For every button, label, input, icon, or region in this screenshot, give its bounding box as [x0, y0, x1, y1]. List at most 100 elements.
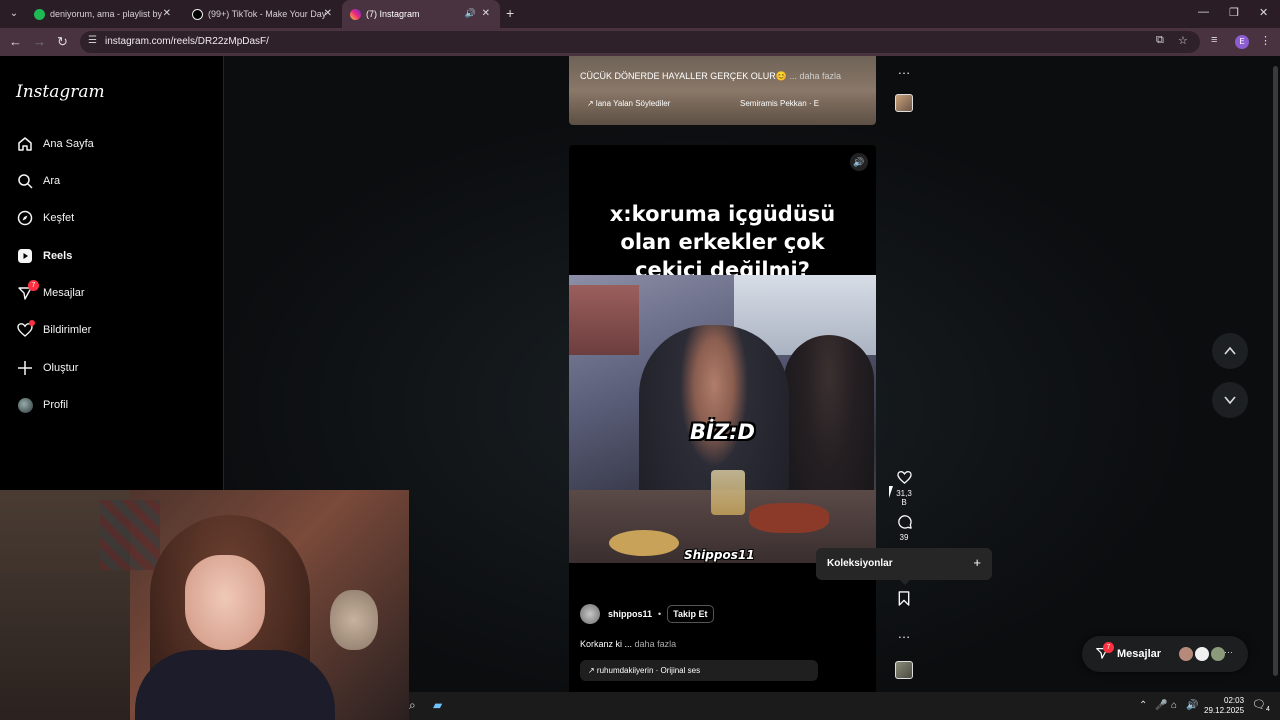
volume-icon[interactable]: 🔊	[850, 153, 868, 171]
address-bar[interactable]: ☰ instagram.com/reels/DR22zMpDasF/	[80, 31, 1200, 53]
webcam-teddy-bear	[330, 590, 378, 650]
close-icon[interactable]: ✕	[163, 8, 171, 19]
webcam-overlay	[0, 490, 409, 720]
restore-icon[interactable]: ❐	[1229, 6, 1239, 19]
profile-avatar[interactable]: E	[1235, 35, 1249, 49]
reload-icon[interactable]: ↻	[57, 34, 68, 50]
site-info-icon[interactable]: ☰	[88, 35, 97, 46]
sidebar-item-notifications[interactable]: Bildirimler	[16, 318, 91, 342]
collections-popup: Koleksiyonlar +	[816, 548, 992, 585]
new-tab-button[interactable]: +	[506, 5, 514, 21]
audio-link[interactable]: ↗ ruhumdakiiyerin · Orijinal ses	[580, 660, 818, 681]
sidebar-item-messages[interactable]: 7 Mesajlar	[16, 280, 85, 305]
avatar	[16, 396, 34, 414]
popup-arrow	[899, 579, 911, 585]
url-text: instagram.com/reels/DR22zMpDasF/	[105, 36, 269, 47]
sidebar-item-search[interactable]: Ara	[16, 169, 60, 193]
sidebar-item-label: Ana Sayfa	[43, 138, 94, 150]
reel-caption: Korkanz ki ... daha fazla	[580, 639, 676, 649]
speaker-icon[interactable]: 🔊	[465, 8, 476, 19]
home-icon	[16, 135, 34, 153]
collections-label[interactable]: Koleksiyonlar	[827, 558, 893, 569]
previous-reel[interactable]: CÜCÜK DÖNERDE HAYALLER GERÇEK OLUR😊 ... …	[569, 56, 876, 125]
bookmark-star-icon[interactable]: ☆	[1178, 34, 1188, 47]
messages-label: Mesajlar	[1117, 648, 1162, 660]
sidebar-item-home[interactable]: Ana Sayfa	[16, 132, 94, 156]
comment-icon	[893, 514, 915, 533]
menu-icon[interactable]: ⋮	[1260, 34, 1271, 47]
tray-chevron-icon[interactable]: ⌃	[1139, 700, 1147, 711]
speaker-icon[interactable]: 🔊	[1186, 700, 1198, 711]
forward-icon[interactable]: →	[33, 34, 46, 49]
video-plate	[609, 530, 679, 556]
like-button[interactable]: 31,3 B	[893, 470, 915, 507]
audio-thumbnail[interactable]	[895, 661, 913, 679]
sidebar-item-label: Mesajlar	[43, 287, 85, 299]
close-icon[interactable]: ✕	[324, 8, 332, 19]
sidebar-item-explore[interactable]: Keşfet	[16, 206, 74, 230]
avatar[interactable]	[580, 604, 600, 624]
microphone-icon[interactable]: 🎤	[1155, 700, 1167, 711]
follow-button[interactable]: Takip Et	[667, 605, 714, 623]
search-icon	[16, 172, 34, 190]
media-controls-icon[interactable]: ≡	[1211, 34, 1217, 46]
more-options-icon[interactable]: …	[893, 62, 915, 77]
more-link[interactable]: daha fazla	[635, 639, 677, 649]
browser-toolbar: ← → ↻ ☰ instagram.com/reels/DR22zMpDasF/…	[0, 28, 1280, 56]
instagram-logo[interactable]: Instagram	[16, 82, 105, 102]
sidebar-item-label: Keşfet	[43, 212, 75, 224]
tab-tiktok[interactable]: (99+) TikTok - Make Your Day ✕	[184, 0, 342, 28]
audio-artist[interactable]: Semiramis Pekkan · E	[740, 99, 819, 108]
install-app-icon[interactable]: ⧉	[1156, 34, 1164, 47]
separator-dot: •	[658, 609, 662, 619]
add-collection-button[interactable]: +	[973, 555, 981, 570]
notification-center-icon[interactable]: 🗨4	[1252, 698, 1270, 713]
next-reel-button[interactable]	[1212, 382, 1248, 418]
tab-title: (99+) TikTok - Make Your Day	[208, 9, 326, 19]
sidebar-item-profile[interactable]: Profil	[16, 393, 68, 417]
more-link[interactable]: ... daha fazla	[789, 71, 841, 81]
clock-time: 02:03	[1224, 696, 1245, 705]
avatar	[1194, 646, 1210, 662]
audio-link[interactable]: ↗ lana Yalan Söylediler	[587, 99, 670, 108]
previous-reel-button[interactable]	[1212, 333, 1248, 369]
current-reel[interactable]: 🔊 x:koruma içgüdüsü olan erkekler çok çe…	[569, 145, 876, 692]
avatar	[1178, 646, 1194, 662]
video-watermark: Shippos11	[684, 548, 755, 562]
sidebar-item-reels[interactable]: Reels	[16, 244, 72, 268]
webcam-poster	[100, 500, 160, 570]
more-options-icon[interactable]: …	[893, 626, 915, 641]
video-drink	[711, 470, 745, 515]
tab-instagram[interactable]: (7) Instagram 🔊 ✕	[342, 0, 500, 28]
comment-button[interactable]: 39	[893, 514, 915, 542]
reel-video[interactable]: BİZ:D Shippos11	[569, 275, 876, 563]
mouse-cursor	[889, 486, 893, 498]
network-icon[interactable]: ⌂	[1171, 700, 1177, 711]
notification-badge: 7	[28, 280, 39, 291]
reel-owner-row: shippos11 • Takip Et	[580, 604, 714, 624]
back-icon[interactable]: ←	[9, 34, 22, 49]
messages-floating-button[interactable]: 7 Mesajlar ···	[1082, 636, 1248, 672]
notification-dot	[29, 320, 35, 326]
close-icon[interactable]: ✕	[482, 8, 490, 19]
tab-spotify[interactable]: deniyorum, ama - playlist by ✕	[26, 0, 181, 28]
notification-badge: 7	[1103, 642, 1114, 653]
caption-text: CÜCÜK DÖNERDE HAYALLER GERÇEK OLUR😊	[580, 71, 787, 81]
page-scrollbar[interactable]	[1271, 56, 1280, 692]
search-icon[interactable]: ⌕	[409, 698, 416, 713]
tab-search-button[interactable]: ⌄	[5, 5, 23, 23]
audio-thumbnail[interactable]	[895, 94, 913, 112]
bookmark-icon	[893, 591, 915, 610]
owner-username[interactable]: shippos11	[608, 609, 652, 619]
taskbar: ⌕ ▰ ⌃ 🎤 ⌂ 🔊 02:03 29.12.2025 🗨4	[409, 692, 1280, 720]
minimize-icon[interactable]: —	[1198, 6, 1209, 18]
system-clock[interactable]: 02:03 29.12.2025	[1204, 696, 1244, 716]
save-button[interactable]	[893, 591, 915, 610]
messenger-icon: 7	[16, 280, 39, 302]
spotify-icon	[34, 8, 45, 20]
close-window-icon[interactable]: ✕	[1259, 6, 1268, 19]
sidebar-item-create[interactable]: Oluştur	[16, 356, 78, 380]
sidebar-item-label: Ara	[43, 175, 61, 187]
app-icon[interactable]: ▰	[433, 698, 442, 712]
reel-title-text: x:koruma içgüdüsü olan erkekler çok çeki…	[609, 202, 836, 282]
